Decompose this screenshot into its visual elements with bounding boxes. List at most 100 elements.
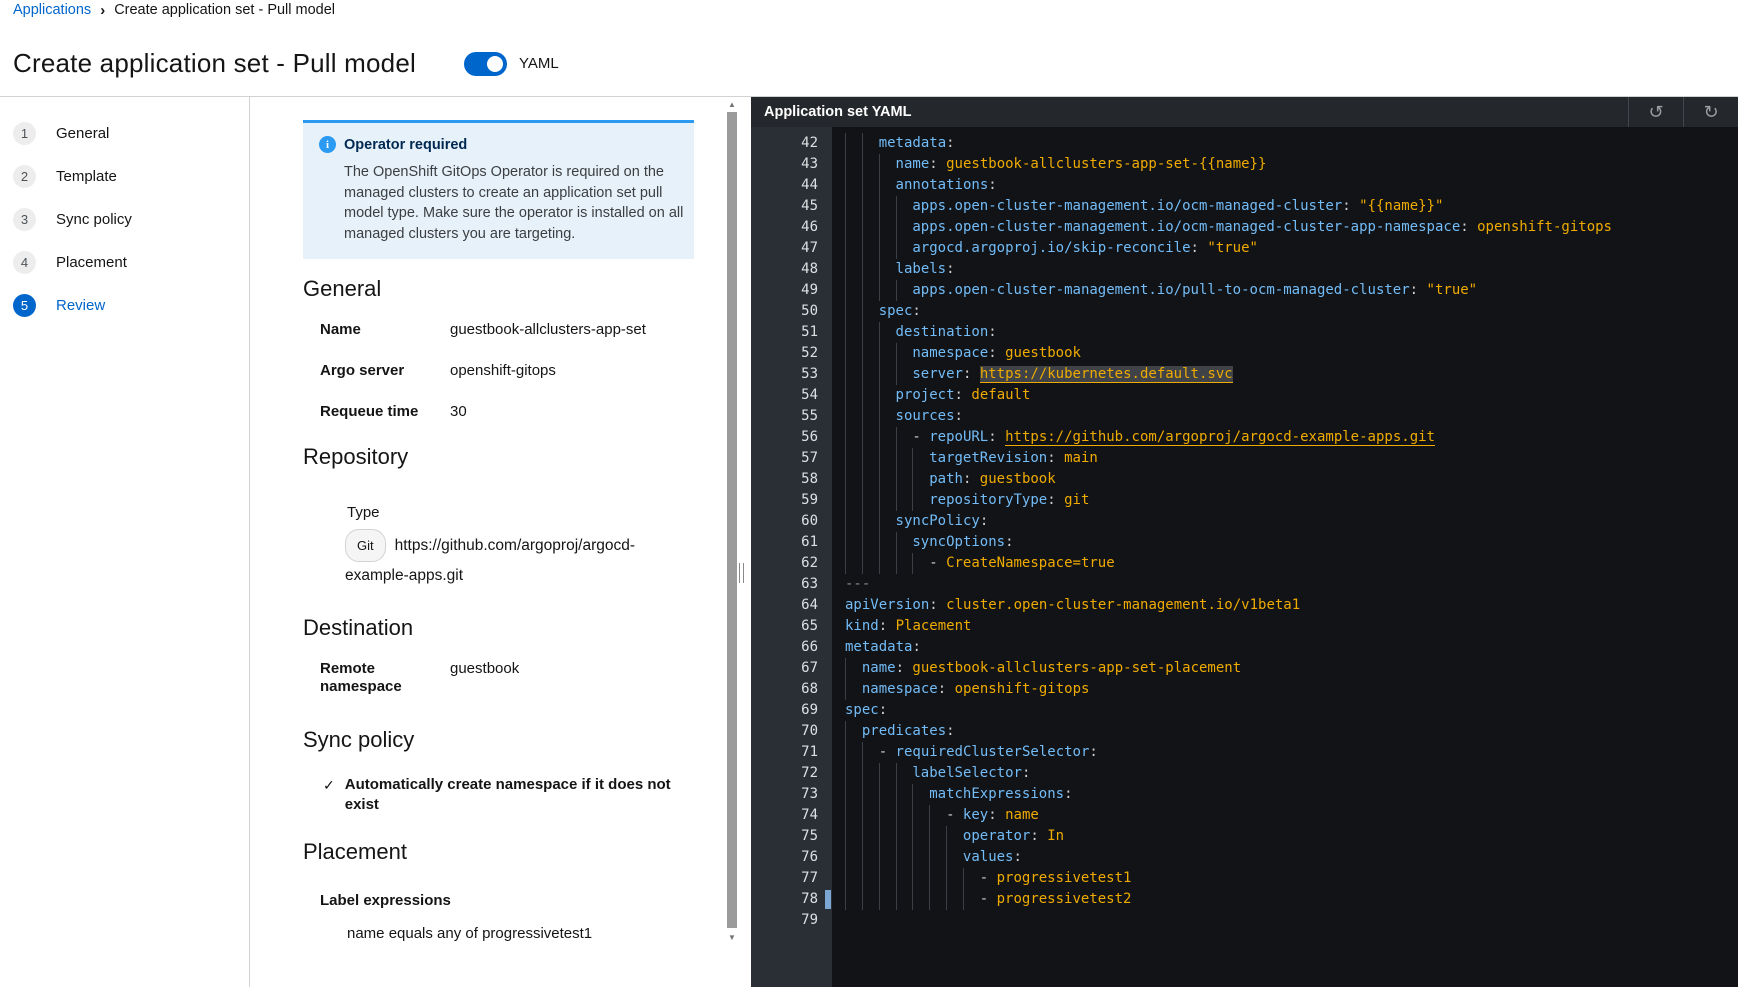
review-scrollbar[interactable]: ▲ ▼ [725,97,739,987]
breadcrumb-current: Create application set - Pull model [114,2,336,18]
yaml-token: namespace [912,345,989,361]
indent-guide [929,868,946,889]
scroll-down-icon[interactable]: ▼ [727,933,737,942]
repo-url: https://github.com/argoproj/argocd-examp… [345,537,636,584]
row-value: guestbook [450,660,520,677]
yaml-token: argocd.argoproj.io/skip-reconcile [912,240,1191,256]
indent-guide [929,847,946,868]
indent-guide [879,280,896,301]
code-line: - repoURL: https://github.com/argoproj/a… [845,427,1738,448]
yaml-token: Placement [887,618,972,634]
indent-guide [879,784,896,805]
git-type-badge: Git [345,529,386,562]
yaml-token: project [895,387,955,403]
indent-guide [879,259,896,280]
indent-guide [845,889,862,910]
undo-icon: ↺ [1648,101,1664,123]
scroll-up-icon[interactable]: ▲ [727,100,737,109]
wizard-step-sync-policy[interactable]: 3 Sync policy [13,208,132,231]
section-heading-destination: Destination [303,615,414,640]
indent-guide [929,826,946,847]
breadcrumb-link-applications[interactable]: Applications [13,2,91,18]
yaml-link[interactable]: https://kubernetes.default.svc [979,366,1233,383]
yaml-editor[interactable]: 42 43 44 45 46 47 48 49 50 51 52 53 54 55 56 57 58 59 60 61… [751,127,1738,987]
label-expressions-label: Label expressions [320,892,451,909]
line-number: 65 [801,618,818,634]
yaml-token: - [929,555,947,571]
yaml-toggle[interactable] [464,52,507,76]
row-name: Name guestbook-allclusters-app-set [320,321,703,339]
line-number: 79 [801,912,818,928]
repo-type-label: Type [347,504,380,521]
indent-guide [862,217,879,238]
indent-guide [862,805,879,826]
indent-guide [845,385,862,406]
indent-guide [896,280,913,301]
indent-guide [845,427,862,448]
editor-code-area[interactable]: metadata: name: guestbook-allclusters-app… [832,127,1738,987]
indent-guide [896,847,913,868]
indent-guide [862,868,879,889]
line-number: 55 [801,408,818,424]
yaml-link[interactable]: https://github.com/argoproj/argocd-examp… [1005,429,1435,446]
indent-guide [862,532,879,553]
yaml-token: : [1064,786,1073,802]
indent-guide [912,490,929,511]
scrollbar-thumb[interactable] [727,112,737,928]
yaml-token: default [962,387,1031,403]
repo-url-block: Git https://github.com/argoproj/argocd-ex… [345,529,657,589]
yaml-token: targetRevision [929,450,1048,466]
wizard-step-general[interactable]: 1 General [13,122,109,145]
undo-button[interactable]: ↺ [1628,97,1683,127]
yaml-token: - [979,870,997,886]
breadcrumb: Applications › Create application set - … [13,2,335,18]
yaml-token: requiredClusterSelector [895,744,1090,760]
step-label: Placement [56,254,127,271]
code-line: server: https://kubernetes.default.svc [845,364,1738,385]
indent-guide [879,532,896,553]
indent-guide [845,490,862,511]
panel-resize-handle[interactable] [739,563,744,583]
yaml-token: key [962,807,989,823]
indent-guide [896,490,913,511]
yaml-token: operator [962,828,1031,844]
yaml-token: progressivetest1 [996,870,1132,886]
indent-guide [879,826,896,847]
indent-guide [862,511,879,532]
line-number: 70 [801,723,818,739]
wizard-step-placement[interactable]: 4 Placement [13,251,127,274]
redo-button[interactable]: ↻ [1683,97,1738,127]
yaml-token: cluster.open-cluster-management.io/v1bet… [937,597,1301,613]
yaml-token: : [929,156,938,172]
indent-guide [862,133,879,154]
code-line: - CreateNamespace=true [845,553,1738,574]
yaml-token: - [946,807,963,823]
indent-guide [862,448,879,469]
yaml-token: name [996,807,1039,823]
yaml-token: guestbook-allclusters-app-set-{{name}} [937,156,1267,172]
code-line: - key: name [845,805,1738,826]
yaml-token: : [1190,240,1199,256]
row-argo-server: Argo server openshift-gitops [320,362,703,380]
code-line: spec: [845,700,1738,721]
line-number: 59 [801,492,818,508]
line-number: 71 [801,744,818,760]
wizard-step-template[interactable]: 2 Template [13,165,117,188]
indent-guide [896,868,913,889]
yaml-token: guestbook [971,471,1056,487]
indent-guide [896,364,913,385]
yaml-token: : [946,135,955,151]
indent-guide [845,343,862,364]
review-panel: i Operator required The OpenShift GitOps… [303,97,703,987]
yaml-panel: Application set YAML ↺ ↻ 42 43 44 45 46 47 48 4… [751,97,1738,987]
yaml-token: name [895,156,930,172]
yaml-token: apps.open-cluster-management.io/pull-to-… [912,282,1410,298]
row-requeue-time: Requeue time 30 [320,403,703,421]
line-number: 50 [801,303,818,319]
code-line: namespace: openshift-gitops [845,679,1738,700]
indent-guide [896,763,913,784]
indent-guide [862,742,879,763]
indent-guide [879,238,896,259]
yaml-token: labelSelector [912,765,1022,781]
wizard-step-review[interactable]: 5 Review [13,294,105,317]
